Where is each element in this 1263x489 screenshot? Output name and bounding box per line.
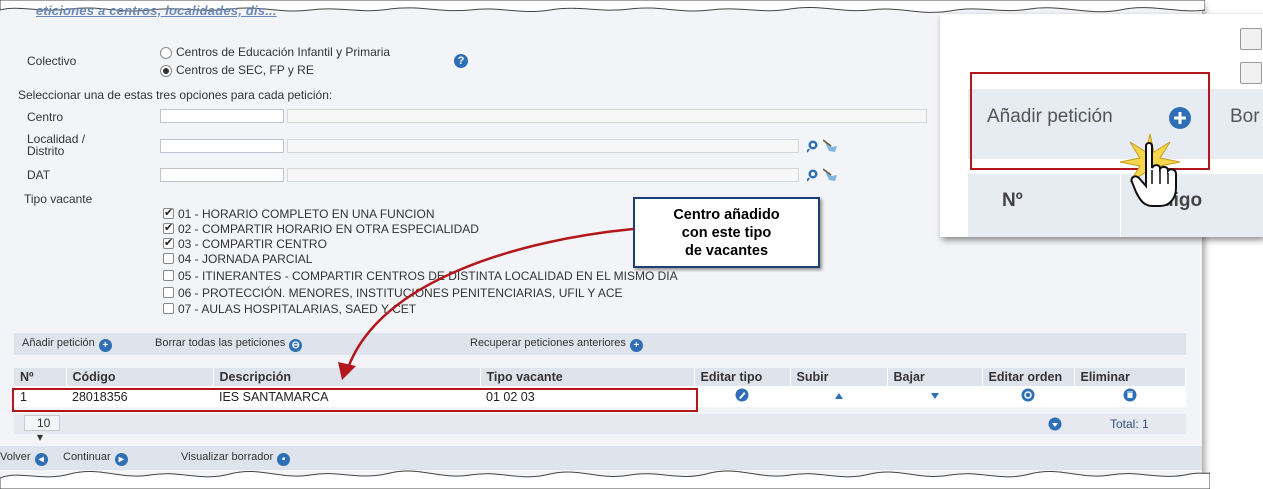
zoom-checkbox xyxy=(1240,28,1262,50)
localidad-label: Localidad / Distrito xyxy=(27,132,86,158)
refresh-icon[interactable] xyxy=(1021,388,1035,402)
callout-line: con este tipo xyxy=(681,225,772,241)
tipo-option-03[interactable]: 03 - COMPARTIR CENTRO xyxy=(163,236,327,251)
radio-button[interactable] xyxy=(160,46,172,59)
radio-label: Centros de SEC, FP y RE xyxy=(176,63,314,77)
zoom-checkbox xyxy=(1240,62,1262,84)
column-header[interactable]: Editar tipo xyxy=(694,368,791,386)
checkbox[interactable] xyxy=(163,253,174,264)
trash-icon[interactable] xyxy=(1123,388,1137,402)
centro-name-field xyxy=(287,109,927,123)
tipo-option-label: 01 - HORARIO COMPLETO EN UNA FUNCION xyxy=(178,207,435,221)
checkbox-checked[interactable] xyxy=(163,206,174,219)
table-pager: 10 ▾ Total: 1 xyxy=(14,414,1186,444)
dat-label: DAT xyxy=(27,168,51,182)
torn-bottom-edge xyxy=(0,470,1210,489)
localidad-name-field xyxy=(287,139,799,153)
search-icon[interactable] xyxy=(807,139,821,153)
page-size-value: 10 xyxy=(37,416,51,430)
bajar-cell xyxy=(887,386,982,407)
checkbox-checked[interactable] xyxy=(163,221,174,234)
localidad-code-input[interactable] xyxy=(160,139,284,153)
zoom-partial-button: Bor xyxy=(1230,106,1260,127)
checkbox[interactable] xyxy=(163,287,174,298)
radio-sec-fp-re[interactable]: Centros de SEC, FP y RE xyxy=(160,63,314,77)
dat-name-field xyxy=(287,168,799,182)
broom-icon[interactable] xyxy=(823,139,839,153)
tipo-option-04[interactable]: 04 - JORNADA PARCIAL xyxy=(163,252,312,266)
total-count: Total: 1 xyxy=(1110,417,1149,431)
delete-all-button[interactable]: Borrar todas las peticiones ⊖ xyxy=(155,337,303,352)
tipo-option-label: 04 - JORNADA PARCIAL xyxy=(178,252,313,266)
dat-code-input[interactable] xyxy=(160,168,284,182)
radio-infantil-primaria[interactable]: Centros de Educación Infantil y Primaria xyxy=(160,45,390,59)
column-header[interactable]: Nº xyxy=(14,368,67,386)
centro-code-input[interactable] xyxy=(160,109,284,123)
arrow-down-icon[interactable] xyxy=(929,391,941,401)
hand-cursor-icon xyxy=(1130,142,1177,207)
checkbox[interactable] xyxy=(163,270,174,281)
callout-line: de vacantes xyxy=(684,243,769,259)
callout-arrow xyxy=(338,227,634,380)
radio-button-selected[interactable] xyxy=(160,64,172,77)
centro-label: Centro xyxy=(27,110,64,124)
zoom-inset: Añadir petición Bor Nº digo xyxy=(940,14,1263,237)
colectivo-label: Colectivo xyxy=(27,54,77,68)
page-size-select[interactable]: 10 ▾ xyxy=(24,415,60,444)
radio-label: Centros de Educación Infantil y Primaria xyxy=(176,45,391,59)
column-header[interactable]: Eliminar xyxy=(1074,368,1186,386)
search-icon[interactable] xyxy=(807,168,821,182)
column-header[interactable]: Código xyxy=(66,368,214,386)
checkbox-checked[interactable] xyxy=(163,236,174,249)
plus-icon: + xyxy=(98,339,112,352)
help-question-icon[interactable]: ? xyxy=(454,54,468,68)
tipo-option-label: 03 - COMPARTIR CENTRO xyxy=(178,237,327,251)
column-header[interactable]: Bajar xyxy=(887,368,983,386)
broom-icon[interactable] xyxy=(823,168,839,182)
edit-orden-cell xyxy=(982,386,1074,407)
highlight-row-box xyxy=(12,388,698,412)
tipo-vacante-label: Tipo vacante xyxy=(24,192,93,206)
section-title: eticiones a centros, localidades, dis... xyxy=(36,3,277,18)
chevron-down-icon: ▾ xyxy=(37,430,44,444)
add-peticion-label: Añadir petición xyxy=(22,337,95,349)
edit-tipo-cell xyxy=(694,386,790,407)
instructions-text: Seleccionar una de estas tres opciones p… xyxy=(18,88,333,102)
delete-all-label: Borrar todas las peticiones xyxy=(155,337,286,349)
zoom-col-num: Nº xyxy=(1002,190,1023,211)
column-header[interactable]: Subir xyxy=(790,368,888,386)
tipo-option-01[interactable]: 01 - HORARIO COMPLETO EN UNA FUNCION xyxy=(163,206,435,221)
add-peticion-button[interactable]: Añadir petición + xyxy=(22,337,112,352)
callout-note: Centro añadido con este tipo de vacantes xyxy=(633,197,820,268)
column-header[interactable]: Editar orden xyxy=(982,368,1075,386)
trash-icon: ⊖ xyxy=(289,339,303,352)
arrow-up-icon[interactable] xyxy=(833,391,845,401)
download-icon[interactable] xyxy=(1048,417,1062,431)
checkbox[interactable] xyxy=(163,303,174,314)
pencil-icon[interactable] xyxy=(735,388,749,402)
eliminar-cell xyxy=(1074,386,1186,407)
callout-line: Centro añadido xyxy=(673,207,780,223)
subir-cell xyxy=(790,386,887,407)
